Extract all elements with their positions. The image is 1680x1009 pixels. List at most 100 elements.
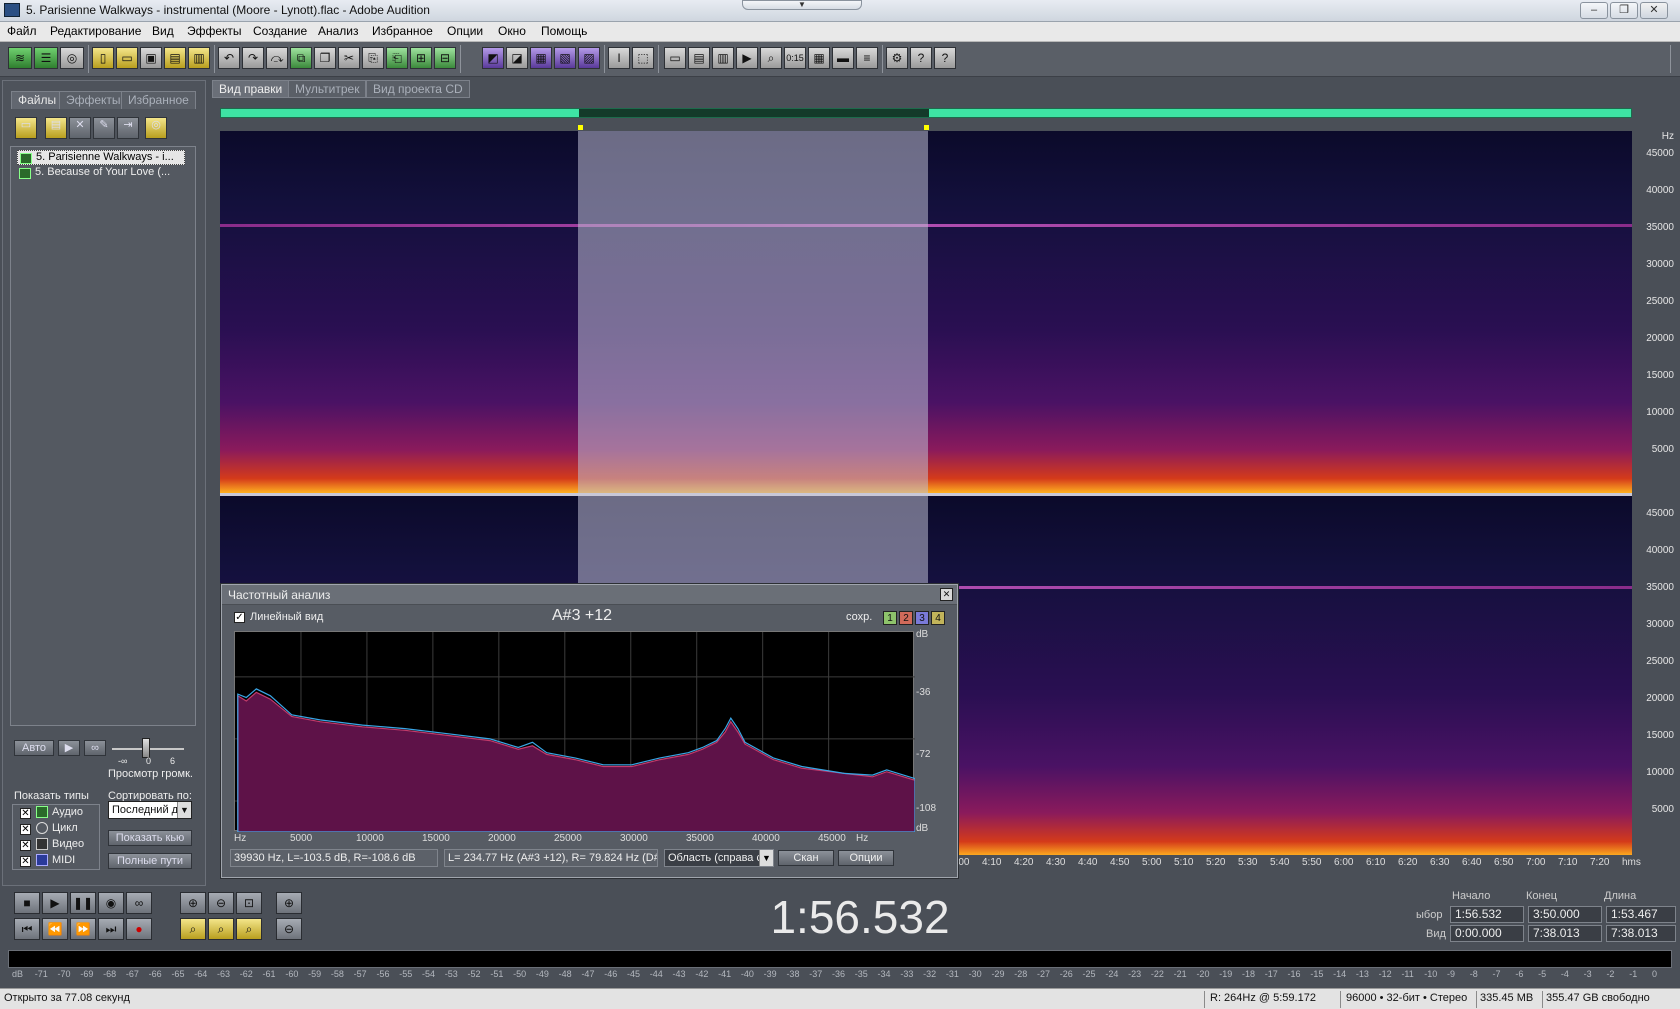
list-item[interactable]: 5. Because of Your Love (...: [17, 166, 185, 181]
level-meter-icon[interactable]: ▬: [832, 47, 854, 69]
time-selection-tool-icon[interactable]: I: [608, 47, 630, 69]
insert-multitrack-icon[interactable]: ⇥: [117, 117, 139, 139]
selection-window-icon[interactable]: ▦: [808, 47, 830, 69]
copy-icon[interactable]: ❐: [314, 47, 336, 69]
phase-view-icon[interactable]: ▧: [554, 47, 576, 69]
view-length-field[interactable]: 7:38.013: [1606, 925, 1676, 942]
menu-edit[interactable]: Редактирование: [50, 24, 141, 38]
open-file-icon[interactable]: ▭: [116, 47, 138, 69]
play-icon[interactable]: ▶: [42, 892, 68, 914]
cd-view-icon[interactable]: ◎: [60, 47, 84, 69]
tab-cd-project[interactable]: Вид проекта CD: [366, 80, 470, 98]
copy-new-icon[interactable]: ⧉: [290, 47, 312, 69]
chevron-down-icon[interactable]: ▼: [742, 0, 862, 10]
time-window-icon[interactable]: 0:15: [784, 47, 806, 69]
tab-files[interactable]: Файлы: [11, 91, 64, 109]
spectral-view-icon[interactable]: ◪: [506, 47, 528, 69]
insert-cd-icon[interactable]: ◎: [145, 117, 167, 139]
pause-icon[interactable]: ❚❚: [70, 892, 96, 914]
zoom-out-horizontal-icon[interactable]: ⊖: [208, 892, 234, 914]
record-icon[interactable]: ●: [126, 918, 152, 940]
close-button[interactable]: ✕: [1640, 2, 1668, 19]
mix-paste-icon[interactable]: ⊞: [410, 47, 432, 69]
maximize-button[interactable]: ❐: [1610, 2, 1638, 19]
zoom-out-vertical-icon[interactable]: ⊖: [276, 918, 302, 940]
stereo-view-icon[interactable]: ▨: [578, 47, 600, 69]
slot-3-button[interactable]: 3: [915, 611, 929, 625]
menu-favorites[interactable]: Избранное: [372, 24, 433, 38]
tab-favorites[interactable]: Избранное: [121, 91, 196, 109]
menu-effects[interactable]: Эффекты: [187, 24, 242, 38]
window-icon[interactable]: ▭: [664, 47, 686, 69]
tab-edit-view[interactable]: Вид правки: [212, 80, 290, 98]
trim-icon[interactable]: ⊟: [434, 47, 456, 69]
settings-icon[interactable]: ⚙: [886, 47, 908, 69]
frequency-plot[interactable]: [234, 631, 916, 833]
effects-window-icon[interactable]: ▥: [712, 47, 734, 69]
pan-view-icon[interactable]: ▦: [530, 47, 552, 69]
edit-file-icon[interactable]: ✎: [93, 117, 115, 139]
type-midi-checkbox[interactable]: ✕: [20, 856, 31, 867]
save-icon[interactable]: ▣: [140, 47, 162, 69]
selection-overlay[interactable]: [578, 131, 928, 493]
menu-file[interactable]: Файл: [7, 24, 37, 38]
slot-2-button[interactable]: 2: [899, 611, 913, 625]
linear-view-checkbox[interactable]: ✓: [234, 612, 245, 623]
slot-1-button[interactable]: 1: [883, 611, 897, 625]
go-to-start-icon[interactable]: ⏮: [14, 918, 40, 940]
zoom-in-vertical-icon[interactable]: ⊕: [276, 892, 302, 914]
selection-start-field[interactable]: 1:56.532: [1450, 906, 1524, 923]
scan-button[interactable]: Скан: [778, 850, 834, 866]
loop-preview-icon[interactable]: ∞: [84, 740, 106, 756]
repeat-icon[interactable]: ⤼: [266, 47, 288, 69]
transport-window-icon[interactable]: ▶: [736, 47, 758, 69]
undo-icon[interactable]: ↶: [218, 47, 240, 69]
selection-length-field[interactable]: 1:53.467: [1606, 906, 1676, 923]
edit-view-icon[interactable]: ≋: [8, 47, 32, 69]
spectral-display-left[interactable]: [220, 131, 1632, 493]
multitrack-view-icon[interactable]: ☰: [34, 47, 58, 69]
save-as-icon[interactable]: ▤: [164, 47, 186, 69]
paste-icon[interactable]: ⎘: [362, 47, 384, 69]
new-file-icon[interactable]: ▯: [92, 47, 114, 69]
cut-icon[interactable]: ✂: [338, 47, 360, 69]
type-loop-checkbox[interactable]: ✕: [20, 824, 31, 835]
full-paths-button[interactable]: Полные пути: [108, 853, 192, 869]
help-icon[interactable]: ?: [934, 47, 956, 69]
marquee-tool-icon[interactable]: ⬚: [632, 47, 654, 69]
sort-select[interactable]: Последний д ▼: [108, 801, 192, 819]
overview-visible-range[interactable]: [579, 109, 929, 117]
menu-window[interactable]: Окно: [498, 24, 526, 38]
zoom-in-horizontal-icon[interactable]: ⊕: [180, 892, 206, 914]
view-end-field[interactable]: 7:38.013: [1528, 925, 1602, 942]
dialog-header[interactable]: Частотный анализ ✕: [222, 585, 957, 605]
selection-end-marker[interactable]: [924, 125, 929, 130]
menu-help[interactable]: Помощь: [541, 24, 587, 38]
view-start-field[interactable]: 0:00.000: [1450, 925, 1524, 942]
menu-view[interactable]: Вид: [152, 24, 174, 38]
open-file-icon[interactable]: ▭: [15, 117, 37, 139]
region-select[interactable]: Область (справа се ▼: [664, 849, 774, 867]
import-icon[interactable]: ▤: [45, 117, 67, 139]
redo-icon[interactable]: ↷: [242, 47, 264, 69]
loop-play-icon[interactable]: ∞: [126, 892, 152, 914]
tab-multitrack[interactable]: Мультитрек: [288, 80, 367, 98]
level-meter[interactable]: [8, 950, 1672, 968]
waveform-view-icon[interactable]: ◩: [482, 47, 504, 69]
preview-volume-slider[interactable]: [142, 738, 150, 758]
list-item[interactable]: 5. Parisienne Walkways - i...: [17, 150, 185, 165]
frequency-analysis-icon[interactable]: ≡: [856, 47, 878, 69]
stop-icon[interactable]: ■: [14, 892, 40, 914]
auto-play-button[interactable]: Авто: [14, 740, 54, 756]
play-to-end-icon[interactable]: ◉: [98, 892, 124, 914]
zoom-full-icon[interactable]: ⊡: [236, 892, 262, 914]
show-queue-button[interactable]: Показать кью: [108, 830, 192, 846]
time-ruler[interactable]: 4:00 4:10 4:20 4:30 4:40 4:50 5:00 5:10 5:20 5:30…: [950, 855, 1641, 871]
overview-bar[interactable]: [220, 108, 1632, 118]
close-file-icon[interactable]: ✕: [69, 117, 91, 139]
play-preview-icon[interactable]: ▶: [58, 740, 80, 756]
type-video-checkbox[interactable]: ✕: [20, 840, 31, 851]
options-button[interactable]: Опции: [838, 850, 894, 866]
type-audio-checkbox[interactable]: ✕: [20, 808, 31, 819]
go-to-end-icon[interactable]: ⏭: [98, 918, 124, 940]
